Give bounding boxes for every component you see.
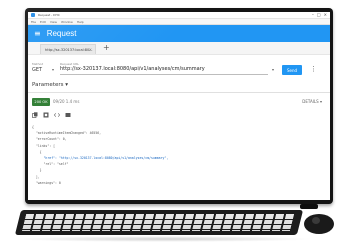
details-toggle[interactable]: DETAILS ▾ — [302, 99, 322, 104]
status-badge: 200 OK — [32, 98, 50, 106]
image-view-icon[interactable] — [65, 112, 71, 118]
menu-edit[interactable]: Edit — [40, 20, 46, 24]
menu-file[interactable]: File — [31, 20, 36, 24]
method-label: Method — [32, 62, 44, 66]
divider — [28, 92, 330, 93]
close-icon[interactable]: × — [324, 12, 327, 18]
window-controls: – □ × — [312, 12, 327, 18]
monitor-stand — [300, 204, 318, 209]
app-screen: Request - DHC – □ × File Edit View Windo… — [28, 12, 330, 200]
parameters-label: Parameters — [32, 82, 64, 88]
window-titlebar: Request - DHC – □ × — [28, 12, 330, 19]
app-bar: ≡ Request — [28, 25, 330, 42]
url-history-chevron-icon[interactable]: ▾ — [272, 67, 274, 72]
response-toolbar — [32, 112, 71, 118]
menu-view[interactable]: View — [50, 20, 57, 24]
response-time: 09/20 1.4 ms — [53, 99, 80, 104]
send-button[interactable]: Send — [282, 65, 302, 75]
chevron-down-icon: ▾ — [319, 99, 322, 104]
window-title: Request - DHC — [38, 13, 60, 17]
response-status-row: 200 OK 09/20 1.4 ms DETAILS ▾ — [28, 96, 330, 108]
mouse — [304, 214, 334, 234]
hamburger-menu-icon[interactable]: ≡ — [34, 29, 41, 38]
tab-close-icon[interactable]: × — [89, 47, 92, 52]
response-body: { "activeRuntimeItemChanged": 46556, "er… — [32, 124, 168, 186]
desk-shadow — [14, 236, 314, 242]
more-options-icon[interactable]: ⋮ — [310, 64, 317, 74]
maximize-icon[interactable]: □ — [317, 12, 321, 18]
chevron-down-icon[interactable]: ▾ — [52, 67, 54, 72]
details-label: DETAILS — [302, 99, 319, 104]
keyboard — [14, 210, 304, 235]
key-row-divider — [24, 219, 295, 220]
page-title: Request — [46, 29, 77, 38]
code-line: "warnings": 0 — [32, 180, 61, 185]
chevron-down-icon: ▾ — [65, 82, 68, 88]
download-icon[interactable] — [43, 112, 49, 118]
parameters-toggle[interactable]: Parameters ▾ — [32, 82, 68, 88]
request-tabs: http://sx-320137:local:80... × + — [28, 42, 330, 55]
request-url-row: Method GET ▾ Request URL http://sx-32013… — [28, 60, 330, 80]
menu-help[interactable]: Help — [77, 20, 84, 24]
add-tab-icon[interactable]: + — [103, 43, 110, 53]
menu-window[interactable]: Window — [61, 20, 73, 24]
minimize-icon[interactable]: – — [312, 12, 314, 18]
method-select[interactable]: GET — [32, 67, 42, 73]
tab-request[interactable]: http://sx-320137:local:80... × — [40, 44, 96, 54]
app-icon — [31, 13, 35, 17]
code-view-icon[interactable] — [54, 112, 60, 118]
key-row-divider — [23, 224, 294, 225]
url-input[interactable]: http://sx-320137.local:8080/api/v1/analy… — [60, 66, 205, 72]
mouse-button — [312, 217, 320, 224]
copy-icon[interactable] — [32, 112, 38, 118]
url-underline — [60, 74, 268, 75]
key-row-divider — [22, 229, 293, 230]
tab-label: http://sx-320137:local:80... — [45, 47, 93, 52]
